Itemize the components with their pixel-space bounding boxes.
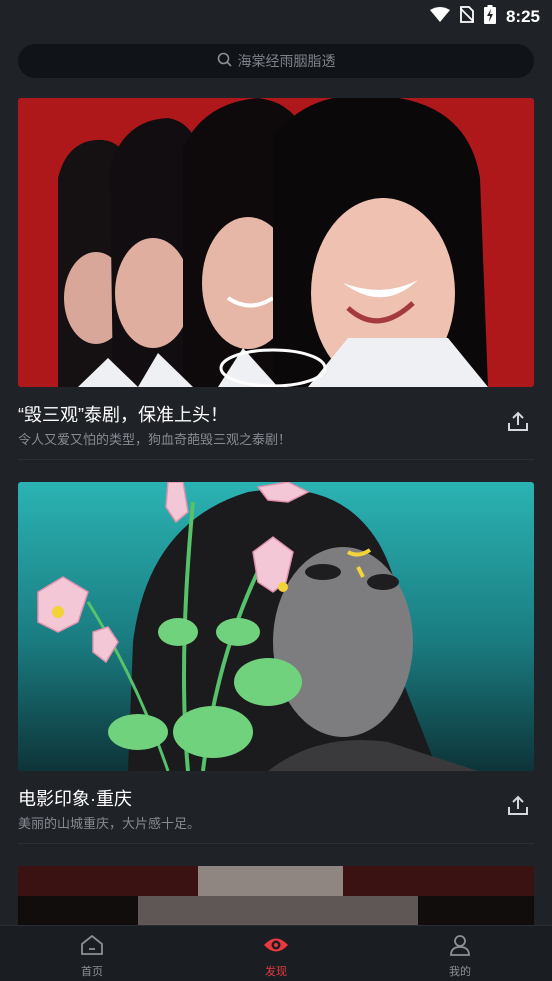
status-icons: 8:25 — [429, 5, 540, 28]
search-bar[interactable]: 海棠经雨胭脂透 — [18, 44, 534, 78]
search-placeholder: 海棠经雨胭脂透 — [237, 54, 336, 70]
card-image-four-girls[interactable] — [18, 98, 534, 387]
feed-card[interactable]: “毁三观”泰剧，保准上头！ 令人又爱又怕的类型，狗血奇葩毁三观之泰剧！ — [18, 98, 534, 460]
nav-item-me[interactable]: 我的 — [368, 926, 552, 981]
home-icon — [80, 934, 104, 960]
nav-item-discover[interactable]: 发现 — [184, 926, 368, 981]
status-time: 8:25 — [505, 6, 540, 26]
nav-label: 首页 — [81, 965, 103, 978]
discover-feed: “毁三观”泰剧，保准上头！ 令人又爱又怕的类型，狗血奇葩毁三观之泰剧！ 电影印象… — [18, 98, 534, 946]
nav-label: 我的 — [449, 965, 471, 978]
nav-label: 发现 — [265, 965, 287, 978]
share-upload-icon — [507, 410, 529, 436]
nav-item-home[interactable]: 首页 — [0, 926, 184, 981]
battery-charging-icon — [483, 5, 496, 28]
card-text: “毁三观”泰剧，保准上头！ 令人又爱又怕的类型，狗血奇葩毁三观之泰剧！ — [18, 387, 534, 459]
share-button[interactable] — [504, 409, 532, 437]
divider — [18, 459, 534, 460]
bottom-nav: 首页 发现 我的 — [0, 925, 552, 981]
card-title: “毁三观”泰剧，保准上头！ — [18, 405, 228, 425]
eye-icon — [263, 934, 289, 960]
card-subtitle: 美丽的山城重庆，大片感十足。 — [18, 817, 201, 832]
share-button[interactable] — [504, 793, 532, 821]
card-title: 电影印象·重庆 — [18, 789, 132, 809]
card-text: 电影印象·重庆 美丽的山城重庆，大片感十足。 — [18, 771, 534, 843]
wifi-icon — [429, 6, 450, 27]
divider — [18, 843, 534, 844]
discover-screen: 8:25 海棠经雨胭脂透 “毁三观”泰剧，保准上头！ 令人又爱又怕的类型，狗血奇… — [0, 0, 552, 981]
feed-card[interactable]: 电影印象·重庆 美丽的山城重庆，大片感十足。 — [18, 482, 534, 844]
status-bar: 8:25 — [0, 0, 552, 32]
card-subtitle: 令人又爱又怕的类型，狗血奇葩毁三观之泰剧！ — [18, 433, 292, 448]
card-image-face-flowers[interactable] — [18, 482, 534, 771]
person-icon — [448, 934, 472, 960]
share-upload-icon — [507, 794, 529, 820]
no-sim-icon — [459, 6, 475, 27]
search-icon — [217, 52, 232, 71]
